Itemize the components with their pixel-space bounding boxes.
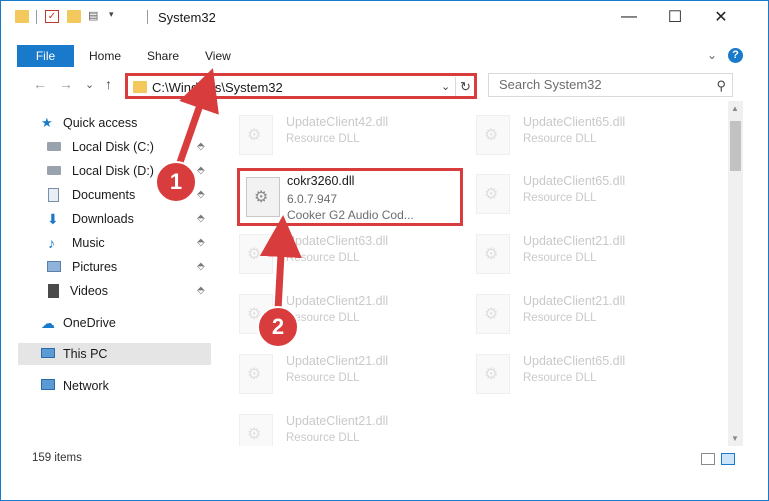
step-1-badge: 1 [155,161,197,203]
step-2-badge: 2 [257,306,299,348]
arrow-2 [259,215,302,311]
arrow-1 [174,68,219,170]
annotation-arrows [174,68,302,311]
